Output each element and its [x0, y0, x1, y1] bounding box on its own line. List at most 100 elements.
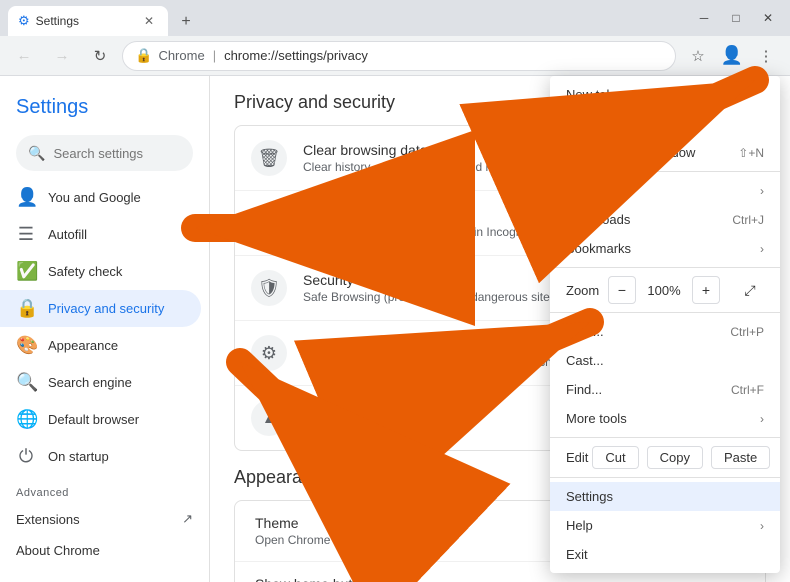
menu-zoom-label: Zoom: [566, 283, 604, 298]
sidebar-item-label: Default browser: [48, 412, 139, 427]
sidebar-item-on-startup[interactable]: ⏻ On startup: [0, 438, 209, 475]
sidebar-item-default-browser[interactable]: 🌐 Default browser: [0, 401, 209, 438]
menu-edit-label: Edit: [566, 450, 588, 465]
menu-new-incognito-label: New Incognito window: [566, 145, 695, 160]
sidebar-item-label: You and Google: [48, 190, 141, 205]
menu-new-window-label: New window: [566, 116, 639, 131]
sidebar-item-label: Privacy and security: [48, 301, 164, 316]
menu-print[interactable]: Print... Ctrl+P: [550, 317, 780, 346]
menu-downloads-shortcut: Ctrl+J: [732, 213, 764, 227]
active-tab[interactable]: ⚙ Settings ✕: [8, 6, 168, 36]
menu-divider-4: [550, 437, 780, 438]
title-bar: ⚙ Settings ✕ + ─ □ ✕: [0, 0, 790, 36]
zoom-fullscreen-button[interactable]: ⤢: [736, 276, 764, 304]
maximize-button[interactable]: □: [722, 4, 750, 32]
minimize-button[interactable]: ─: [690, 4, 718, 32]
sidebar-item-label: Extensions: [16, 512, 80, 527]
search-input[interactable]: [53, 146, 210, 161]
secure-icon: 🔒: [135, 47, 152, 64]
sidebar-item-label: Appearance: [48, 338, 118, 353]
sidebar-item-extensions[interactable]: Extensions ↗: [0, 503, 209, 535]
address-bar[interactable]: 🔒 Chrome | chrome://settings/privacy: [122, 41, 676, 71]
new-tab-button[interactable]: +: [172, 8, 200, 36]
menu-history-label: History: [566, 183, 606, 198]
forward-button[interactable]: →: [46, 40, 78, 72]
menu-divider-1: [550, 171, 780, 172]
bookmark-button[interactable]: ☆: [682, 40, 714, 72]
chrome-label: Chrome: [158, 48, 204, 63]
menu-paste-button[interactable]: Paste: [711, 446, 770, 469]
menu-exit[interactable]: Exit: [550, 540, 780, 569]
menu-help[interactable]: Help ›: [550, 511, 780, 540]
menu-help-arrow: ›: [760, 519, 764, 533]
back-button[interactable]: ←: [8, 40, 40, 72]
tab-close-button[interactable]: ✕: [140, 12, 158, 30]
sidebar-item-appearance[interactable]: 🎨 Appearance: [0, 327, 209, 364]
zoom-value: 100%: [644, 283, 684, 298]
edit-buttons: Cut Copy Paste: [592, 446, 770, 469]
sidebar-item-you-and-google[interactable]: 👤 You and Google: [0, 179, 209, 216]
sidebar-item-autofill[interactable]: ☰ Autofill: [0, 216, 209, 253]
menu-history-arrow: ›: [760, 184, 764, 198]
zoom-plus-button[interactable]: +: [692, 276, 720, 304]
menu-copy-button[interactable]: Copy: [647, 446, 703, 469]
privacy-security-icon: 🔒: [16, 298, 36, 319]
privacy-sandbox-icon: ▲: [251, 400, 287, 436]
url-text: chrome://settings/privacy: [224, 48, 368, 63]
menu-edit-row: Edit Cut Copy Paste: [550, 442, 780, 473]
profile-button[interactable]: 👤: [716, 40, 748, 72]
sidebar-item-label: About Chrome: [16, 543, 100, 558]
safety-check-icon: ✅: [16, 261, 36, 282]
menu-divider-3: [550, 312, 780, 313]
menu-new-window[interactable]: New window: [550, 109, 780, 138]
on-startup-icon: ⏻: [16, 446, 36, 467]
clear-browsing-icon: 🗑: [251, 140, 287, 176]
sidebar-header: Settings: [0, 84, 209, 127]
menu-cut-button[interactable]: Cut: [592, 446, 638, 469]
menu-button[interactable]: ⋮: [750, 40, 782, 72]
menu-bookmarks-arrow: ›: [760, 242, 764, 256]
home-button-title: Show home button: [255, 576, 697, 582]
dropdown-menu: New tab New window New Incognito window …: [550, 76, 780, 573]
menu-new-incognito-shortcut: ⇧+N: [738, 146, 764, 160]
zoom-controls: − 100% + ⤢: [608, 276, 764, 304]
sidebar-item-label: Search engine: [48, 375, 132, 390]
menu-cast[interactable]: Cast...: [550, 346, 780, 375]
toolbar: ← → ↻ 🔒 Chrome | chrome://settings/priva…: [0, 36, 790, 76]
sidebar-item-safety-check[interactable]: ✅ Safety check: [0, 253, 209, 290]
menu-history[interactable]: History ›: [550, 176, 780, 205]
toolbar-actions: ☆ 👤 ⋮: [682, 40, 782, 72]
sidebar-item-about-chrome[interactable]: About Chrome: [0, 535, 209, 566]
menu-more-tools[interactable]: More tools ›: [550, 404, 780, 433]
autofill-icon: ☰: [16, 224, 36, 245]
sidebar: Settings 🔍 👤 You and Google ☰ Autofill ✅…: [0, 76, 210, 582]
site-settings-icon: ⚙: [251, 335, 287, 371]
menu-find-label: Find...: [566, 382, 602, 397]
you-and-google-icon: 👤: [16, 187, 36, 208]
menu-new-tab-label: New tab: [566, 87, 614, 102]
menu-bookmarks[interactable]: Bookmarks ›: [550, 234, 780, 263]
tab-favicon: ⚙: [18, 13, 30, 29]
menu-new-tab[interactable]: New tab: [550, 80, 780, 109]
search-bar[interactable]: 🔍: [16, 135, 193, 171]
reload-button[interactable]: ↻: [84, 40, 116, 72]
url-separator: |: [213, 48, 216, 63]
sidebar-item-privacy-security[interactable]: 🔒 Privacy and security: [0, 290, 201, 327]
tab-label: Settings: [36, 14, 79, 28]
sidebar-item-search-engine[interactable]: 🔍 Search engine: [0, 364, 209, 401]
menu-settings[interactable]: Settings: [550, 482, 780, 511]
search-engine-icon: 🔍: [16, 372, 36, 393]
zoom-minus-button[interactable]: −: [608, 276, 636, 304]
tab-strip: ⚙ Settings ✕ +: [8, 0, 682, 36]
close-button[interactable]: ✕: [754, 4, 782, 32]
menu-find[interactable]: Find... Ctrl+F: [550, 375, 780, 404]
menu-print-shortcut: Ctrl+P: [730, 325, 764, 339]
menu-downloads[interactable]: Downloads Ctrl+J: [550, 205, 780, 234]
menu-new-incognito[interactable]: New Incognito window ⇧+N: [550, 138, 780, 167]
menu-divider-5: [550, 477, 780, 478]
home-button-text: Show home button Disabled: [251, 576, 697, 582]
menu-find-shortcut: Ctrl+F: [731, 383, 764, 397]
default-browser-icon: 🌐: [16, 409, 36, 430]
window-controls: ─ □ ✕: [690, 4, 782, 32]
menu-cast-label: Cast...: [566, 353, 604, 368]
